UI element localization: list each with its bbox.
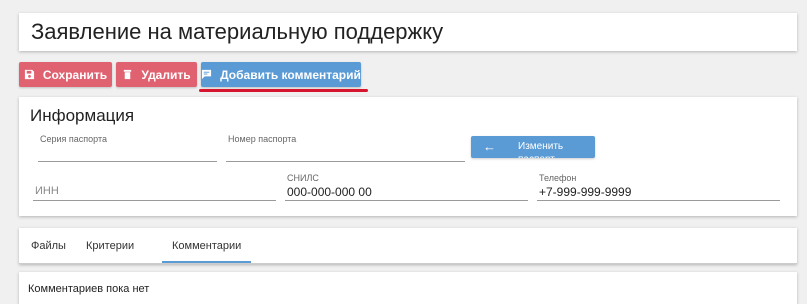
passport-number-field[interactable]: Номер паспорта <box>226 134 465 162</box>
snils-label: СНИЛС <box>287 173 319 183</box>
add-comment-button[interactable]: Добавить комментарий <box>201 62 361 87</box>
passport-series-field[interactable]: Серия паспорта <box>38 134 217 162</box>
save-button-label: Сохранить <box>42 67 108 82</box>
empty-comments-text: Комментариев пока нет <box>28 283 150 295</box>
save-icon <box>24 69 34 80</box>
save-button[interactable]: Сохранить <box>19 62 112 87</box>
phone-label: Телефон <box>539 173 577 183</box>
inn-field[interactable]: ИНН <box>33 179 276 201</box>
active-tab-indicator <box>162 261 251 263</box>
phone-field[interactable]: Телефон +7-999-999-9999 <box>537 173 780 201</box>
tab-comments[interactable]: Комментарии <box>172 240 241 252</box>
arrow-left-icon: ← <box>483 139 496 154</box>
title-card: Заявление на материальную поддержку <box>19 13 797 51</box>
change-passport-button[interactable]: ← Изменить паспорт <box>471 136 595 158</box>
change-passport-label: Изменить паспорт <box>518 141 564 158</box>
tabs-divider <box>19 263 797 264</box>
tab-criteria[interactable]: Критерии <box>86 240 134 252</box>
trash-icon <box>124 69 132 80</box>
comment-icon <box>202 69 212 80</box>
tab-files[interactable]: Файлы <box>31 240 66 252</box>
tabs-card: Файлы Критерии Комментарии <box>19 228 797 264</box>
delete-button-label: Удалить <box>141 67 191 82</box>
info-card: Информация Серия паспорта Номер паспорта… <box>19 97 797 216</box>
page-title: Заявление на материальную поддержку <box>31 19 444 44</box>
delete-button[interactable]: Удалить <box>116 62 197 87</box>
phone-value: +7-999-999-9999 <box>539 185 632 199</box>
section-title: Информация <box>30 106 135 125</box>
passport-series-label: Серия паспорта <box>40 134 108 144</box>
comments-panel: Комментариев пока нет <box>19 272 797 304</box>
passport-number-label: Номер паспорта <box>228 134 297 144</box>
highlight-underline <box>199 89 368 92</box>
snils-value: 000-000-000 00 <box>287 185 372 199</box>
inn-placeholder: ИНН <box>35 185 59 197</box>
add-comment-button-label: Добавить комментарий <box>220 67 361 82</box>
snils-field[interactable]: СНИЛС 000-000-000 00 <box>285 173 528 201</box>
